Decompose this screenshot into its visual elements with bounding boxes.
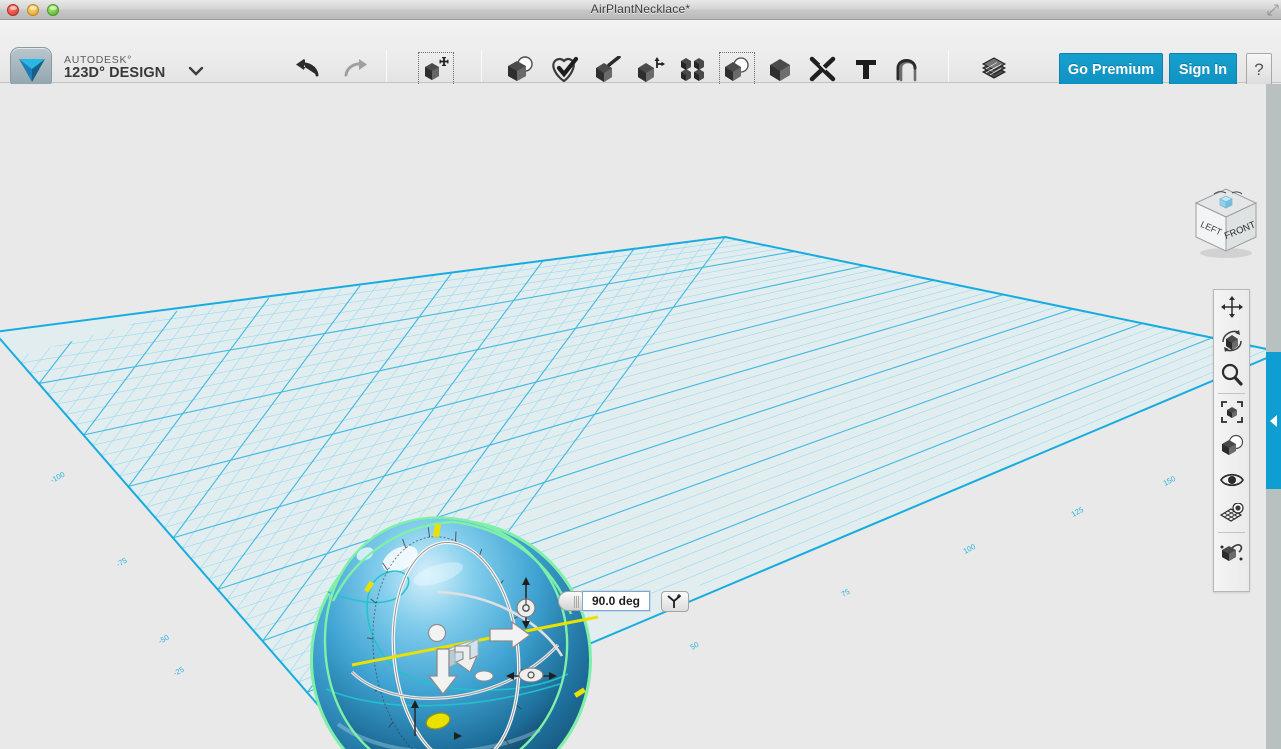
- svg-text:100: 100: [962, 542, 977, 556]
- display-mode-tool[interactable]: [1214, 429, 1249, 463]
- toolbar-separator: [481, 50, 482, 82]
- gizmo-value-field[interactable]: [558, 590, 689, 612]
- svg-text:50: 50: [689, 640, 701, 652]
- window-resize-grip-icon[interactable]: [1267, 4, 1279, 16]
- window-title: AirPlantNecklace*: [590, 2, 691, 16]
- axis-tripod-icon[interactable]: [661, 590, 689, 612]
- 3d-viewport[interactable]: -100 -75 -50 -25 25 50 75 100 125 150: [0, 84, 1281, 749]
- svg-text:125: 125: [1070, 505, 1085, 519]
- modify-button[interactable]: [632, 52, 673, 93]
- chevron-down-icon[interactable]: [187, 65, 205, 77]
- nav-divider: [1218, 393, 1245, 394]
- fit-view-tool[interactable]: [1214, 395, 1249, 429]
- visibility-tool[interactable]: [1214, 463, 1249, 497]
- transform-button[interactable]: [418, 52, 458, 92]
- nav-divider: [1218, 532, 1245, 533]
- primitives-button[interactable]: [502, 52, 543, 93]
- combine-button[interactable]: [762, 52, 803, 93]
- home-cube-icon: [1219, 195, 1233, 209]
- pan-tool[interactable]: [1214, 290, 1249, 324]
- rotation-angle-input[interactable]: [582, 591, 650, 611]
- svg-text:-75: -75: [115, 556, 129, 569]
- panel-expand-tab[interactable]: [1266, 352, 1281, 489]
- svg-text:75: 75: [840, 587, 852, 599]
- orbit-tool[interactable]: [1214, 324, 1249, 358]
- construct-button[interactable]: [589, 52, 630, 93]
- material-button[interactable]: [976, 52, 1012, 86]
- help-button[interactable]: ?: [1246, 53, 1272, 86]
- drag-grip-icon[interactable]: [558, 591, 582, 611]
- title-bar: AirPlantNecklace*: [0, 0, 1281, 20]
- svg-text:-100: -100: [49, 470, 66, 485]
- undo-button[interactable]: [290, 52, 326, 86]
- brand-area[interactable]: AUTODESK° 123D° DESIGN: [10, 47, 205, 89]
- sketch-button[interactable]: [546, 52, 587, 93]
- nav-toolbar: [1213, 289, 1250, 592]
- grid-settings-tool[interactable]: [1214, 497, 1249, 531]
- svg-text:150: 150: [1162, 474, 1177, 488]
- snap-button[interactable]: [890, 52, 926, 86]
- toolbar-separator: [948, 50, 949, 82]
- autodesk-123d-logo-icon: [10, 47, 52, 89]
- toolbar-separator: [386, 50, 387, 82]
- brand-product-name: 123D° DESIGN: [64, 64, 166, 81]
- snap-settings-tool[interactable]: [1214, 534, 1249, 568]
- redo-button[interactable]: [337, 52, 373, 86]
- triangle-left-icon: [1270, 414, 1277, 427]
- zoom-tool[interactable]: [1214, 358, 1249, 392]
- pattern-button[interactable]: [675, 52, 716, 93]
- grouping-button[interactable]: [719, 52, 759, 92]
- sign-in-button[interactable]: Sign In: [1169, 53, 1237, 86]
- view-cube[interactable]: LEFT FRONT: [1186, 181, 1264, 259]
- measure-button[interactable]: [805, 52, 846, 93]
- svg-text:-25: -25: [172, 665, 186, 678]
- go-premium-button[interactable]: Go Premium: [1059, 53, 1163, 86]
- svg-text:-50: -50: [157, 633, 171, 646]
- grid-plane: [0, 235, 1281, 746]
- text-button[interactable]: [848, 52, 884, 86]
- app-window: AirPlantNecklace* AUTODESK° 123D° DESIGN: [0, 0, 1281, 749]
- brand-text: AUTODESK° 123D° DESIGN: [64, 54, 166, 81]
- app-toolbar: AUTODESK° 123D° DESIGN Go Premium Sign I…: [0, 20, 1281, 93]
